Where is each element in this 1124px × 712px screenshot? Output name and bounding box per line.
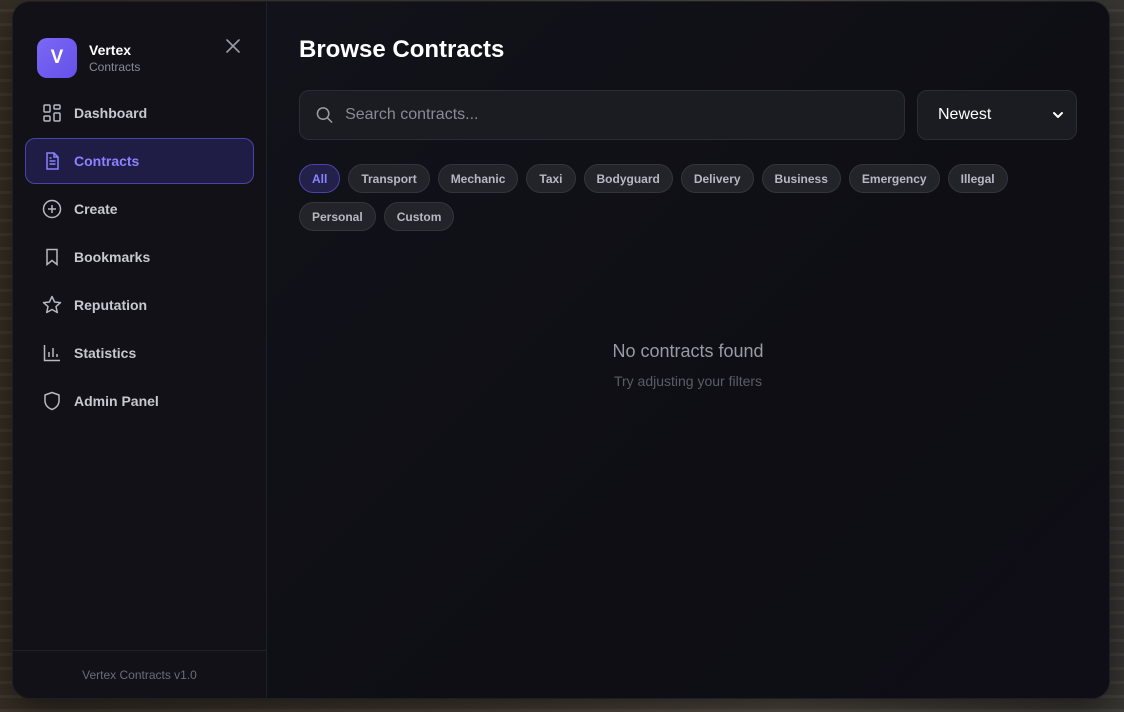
app-window: V Vertex Contracts Dashboard Contracts C… <box>12 1 1110 699</box>
sidebar-nav: Dashboard Contracts Create Bookmarks Rep… <box>13 90 266 426</box>
filter-chip-business[interactable]: Business <box>761 164 841 193</box>
sidebar-item-label: Reputation <box>74 297 148 313</box>
brand-logo: V <box>37 38 77 78</box>
filter-chip-emergency[interactable]: Emergency <box>848 164 940 193</box>
filter-chip-custom[interactable]: Custom <box>383 202 455 231</box>
sidebar-item-statistics[interactable]: Statistics <box>25 330 254 376</box>
close-button[interactable] <box>224 37 242 55</box>
search-box[interactable] <box>299 90 905 140</box>
plus-circle-icon <box>42 199 62 219</box>
chevron-down-icon <box>1053 112 1063 118</box>
filter-chip-mechanic[interactable]: Mechanic <box>437 164 519 193</box>
sidebar-item-admin-panel[interactable]: Admin Panel <box>25 378 254 424</box>
filter-chip-bodyguard[interactable]: Bodyguard <box>583 164 673 193</box>
shield-icon <box>42 391 62 411</box>
empty-state-title: No contracts found <box>612 341 764 361</box>
search-icon <box>316 107 333 123</box>
brand: V Vertex Contracts <box>13 2 266 90</box>
star-icon <box>42 295 62 315</box>
close-icon <box>226 39 240 53</box>
main-content: Browse Contracts Newest All Transport Me… <box>267 2 1109 698</box>
filter-chip-illegal[interactable]: Illegal <box>947 164 1008 193</box>
sidebar: V Vertex Contracts Dashboard Contracts C… <box>13 2 267 698</box>
sidebar-item-label: Dashboard <box>74 105 148 121</box>
search-input[interactable] <box>345 106 888 124</box>
sidebar-item-reputation[interactable]: Reputation <box>25 282 254 328</box>
sidebar-item-bookmarks[interactable]: Bookmarks <box>25 234 254 280</box>
brand-name: Vertex <box>89 41 132 58</box>
filter-chip-all[interactable]: All <box>299 164 341 193</box>
brand-subtitle: Contracts <box>89 59 141 74</box>
grid-icon <box>42 103 62 123</box>
sidebar-item-label: Statistics <box>74 345 137 361</box>
controls-bar: Newest <box>299 90 1077 140</box>
filter-chip-delivery[interactable]: Delivery <box>680 164 754 193</box>
empty-state-subtitle: Try adjusting your filters <box>613 373 763 389</box>
sort-select[interactable]: Newest <box>917 90 1077 140</box>
document-icon <box>42 151 62 171</box>
sidebar-item-label: Create <box>74 201 118 217</box>
empty-state: No contracts found Try adjusting your fi… <box>267 340 1109 389</box>
sidebar-item-label: Contracts <box>74 153 140 169</box>
sort-selected-value: Newest <box>938 106 992 123</box>
filter-chip-taxi[interactable]: Taxi <box>526 164 576 193</box>
sidebar-item-label: Bookmarks <box>74 249 151 265</box>
sidebar-item-contracts[interactable]: Contracts <box>25 138 254 184</box>
filter-chip-personal[interactable]: Personal <box>299 202 376 231</box>
version-label: Vertex Contracts v1.0 <box>13 650 266 698</box>
sidebar-item-label: Admin Panel <box>74 393 159 409</box>
bar-chart-icon <box>42 343 62 363</box>
filter-chip-transport[interactable]: Transport <box>348 164 430 193</box>
page-title: Browse Contracts <box>299 36 505 63</box>
sidebar-item-create[interactable]: Create <box>25 186 254 232</box>
filter-chips: All Transport Mechanic Taxi Bodyguard De… <box>299 164 1029 240</box>
bookmark-icon <box>42 247 62 267</box>
sidebar-item-dashboard[interactable]: Dashboard <box>25 90 254 136</box>
